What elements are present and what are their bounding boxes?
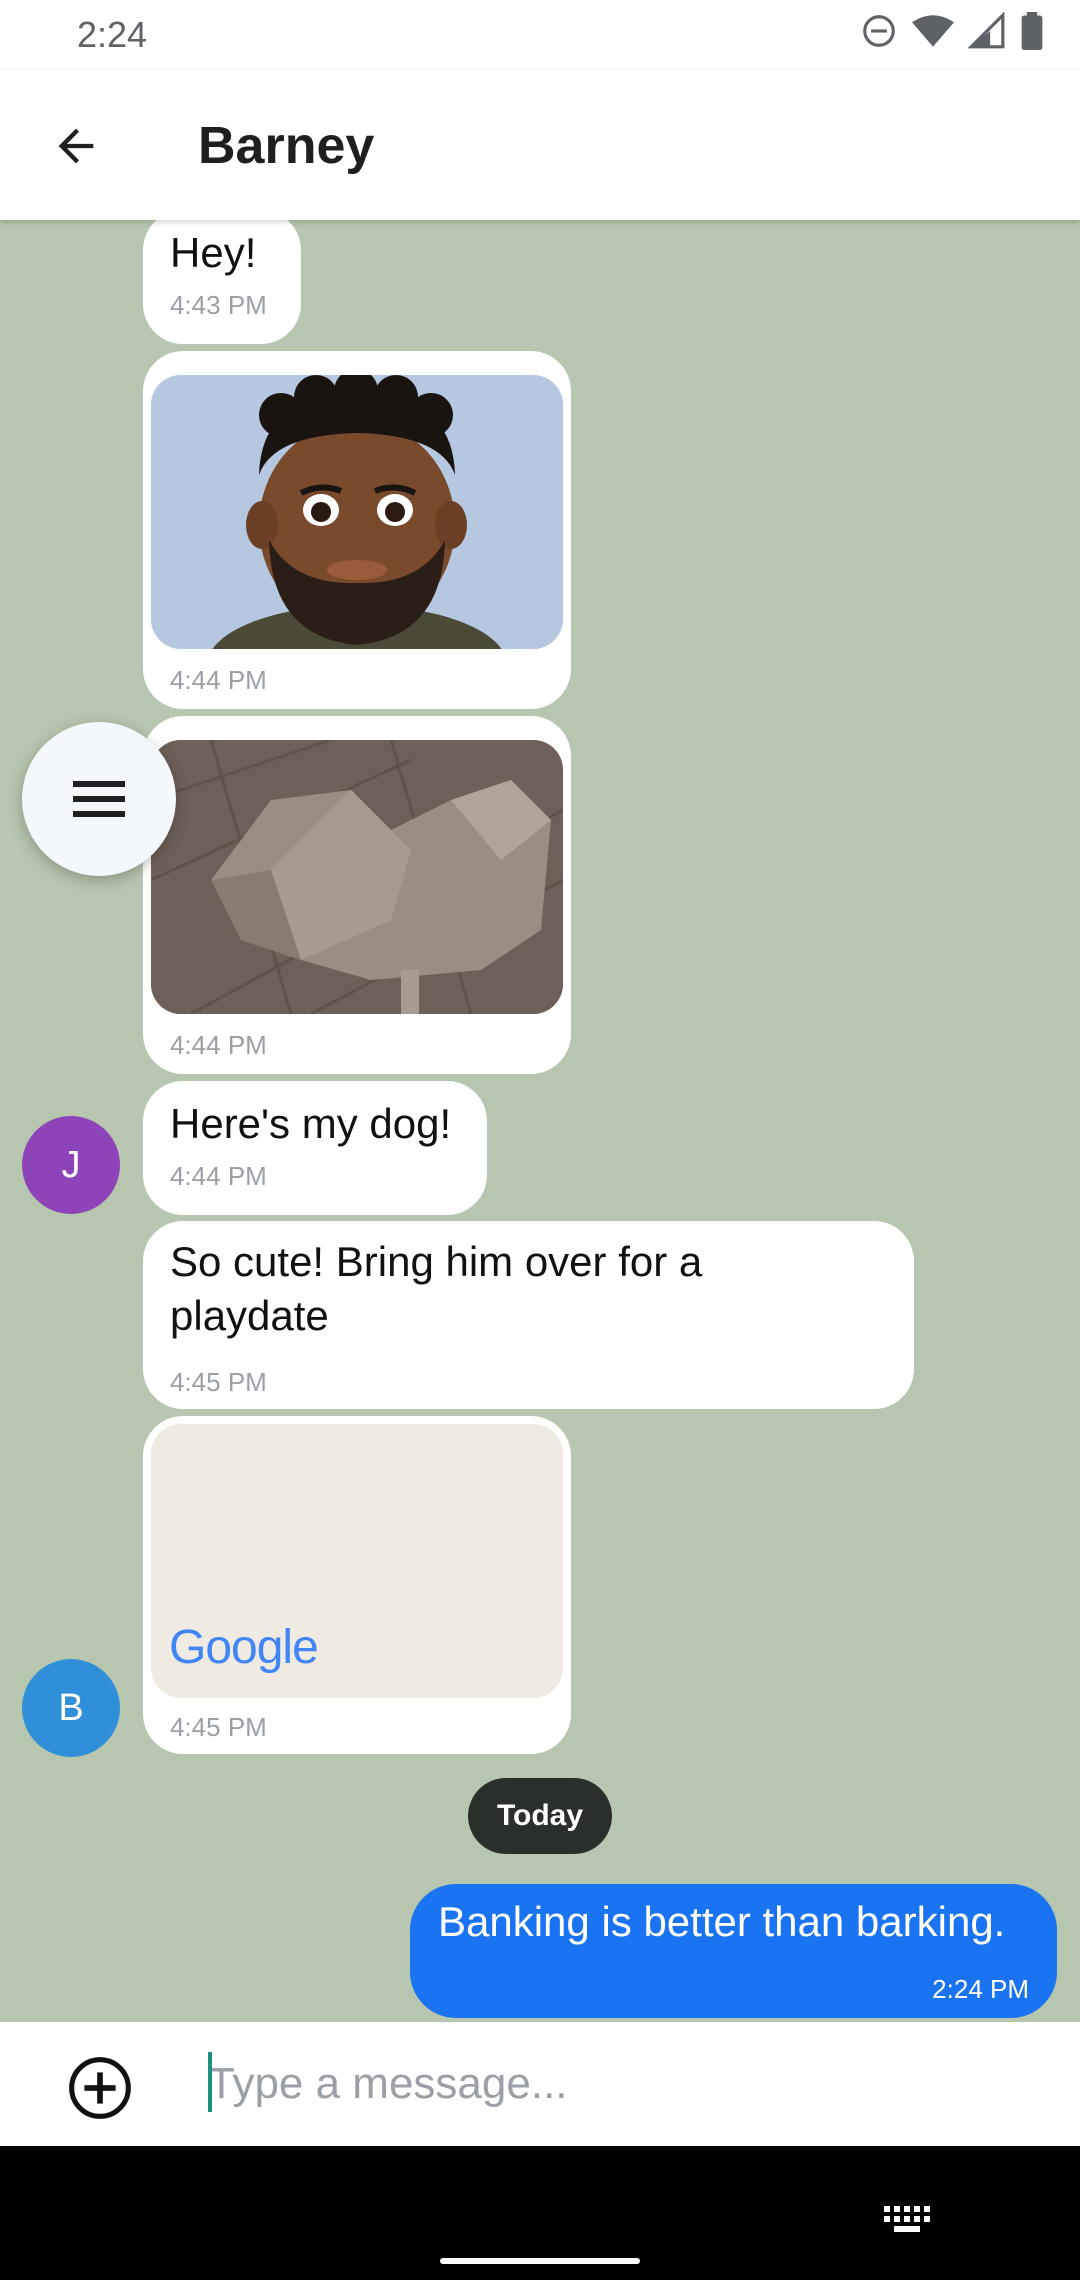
signal-icon [968, 12, 1005, 49]
message-time: 4:44 PM [170, 1161, 267, 1191]
system-nav-bar [0, 2146, 1080, 2280]
message-bubble[interactable]: Hey! 4:43 PM [143, 220, 301, 344]
message-bubble[interactable]: Here's my dog! 4:44 PM [143, 1081, 487, 1215]
message-text: Banking is better than barking. [438, 1898, 1006, 1945]
memoji-image[interactable] [151, 375, 563, 649]
add-attachment-button[interactable] [60, 2048, 140, 2128]
app-bar: Barney [0, 70, 1080, 220]
image-message-bubble[interactable]: 4:44 PM [143, 716, 571, 1074]
status-time: 2:24 [77, 14, 148, 55]
avatar-initial: J [61, 1143, 81, 1186]
message-bubble[interactable]: So cute! Bring him over for a playdate 4… [143, 1221, 914, 1409]
message-composer [0, 2022, 1080, 2146]
dog-image[interactable] [151, 740, 563, 1014]
menu-icon [73, 781, 125, 817]
google-logo: Google [169, 1621, 319, 1674]
image-message-bubble[interactable]: 4:44 PM [143, 351, 571, 709]
outgoing-message-bubble[interactable]: Banking is better than barking. 2:24 PM [410, 1884, 1057, 2018]
do-not-disturb-icon [863, 15, 895, 47]
back-button[interactable] [40, 110, 112, 182]
date-divider-label: Today [496, 1799, 584, 1832]
message-input[interactable] [208, 2048, 1028, 2120]
map-message-bubble[interactable]: Google 4:45 PM [143, 1416, 571, 1754]
message-text: Hey! [170, 229, 257, 276]
date-divider: Today [468, 1778, 612, 1854]
status-icons [860, 12, 1044, 50]
conversation-title: Barney [198, 117, 375, 175]
message-text: Here's my dog! [170, 1100, 452, 1147]
message-text: So cute! Bring him over for a playdate [170, 1238, 703, 1339]
status-bar: 2:24 [0, 0, 1080, 70]
battery-icon [1021, 12, 1043, 50]
avatar-initial: B [58, 1686, 84, 1729]
wifi-icon [912, 15, 954, 47]
message-time: 4:45 PM [170, 1367, 267, 1397]
menu-fab[interactable] [22, 722, 176, 876]
add-circle-icon [69, 2057, 131, 2119]
message-time: 4:45 PM [170, 1712, 267, 1742]
avatar[interactable]: J [22, 1116, 120, 1214]
message-time: 2:24 PM [932, 1974, 1029, 2004]
home-indicator[interactable] [440, 2258, 640, 2264]
map-preview[interactable]: Google [151, 1424, 563, 1698]
arrow-back-icon [58, 128, 94, 164]
text-cursor [208, 2052, 212, 2112]
message-time: 4:44 PM [170, 1030, 267, 1060]
message-time: 4:44 PM [170, 665, 267, 695]
avatar[interactable]: B [22, 1659, 120, 1757]
message-time: 4:43 PM [170, 290, 267, 320]
keyboard-icon[interactable] [884, 2206, 930, 2236]
chat-area[interactable]: Hey! 4:43 PM 4:44 PM 4:44 PM Here's my d… [0, 220, 1080, 2022]
